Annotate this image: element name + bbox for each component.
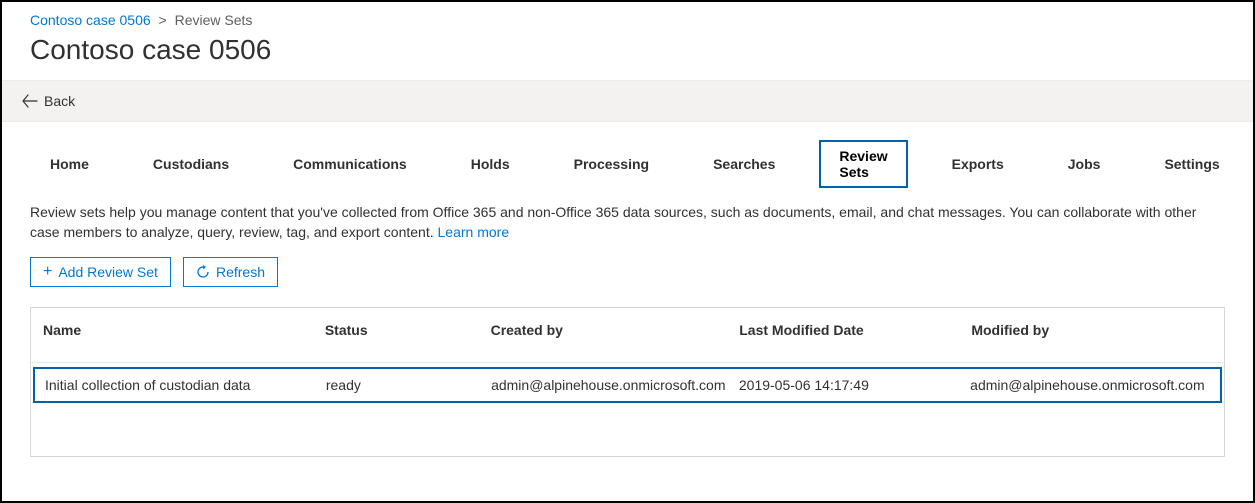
breadcrumb-separator: >	[159, 12, 167, 28]
cell-modified-by: admin@alpinehouse.onmicrosoft.com	[966, 377, 1214, 393]
col-last-modified[interactable]: Last Modified Date	[735, 322, 967, 338]
page-title: Contoso case 0506	[2, 30, 1253, 80]
cell-status: ready	[322, 377, 487, 393]
tab-settings[interactable]: Settings	[1144, 148, 1239, 180]
cell-last-modified: 2019-05-06 14:17:49	[735, 377, 966, 393]
tab-exports[interactable]: Exports	[932, 148, 1024, 180]
col-created-by[interactable]: Created by	[487, 322, 736, 338]
tab-bar: Home Custodians Communications Holds Pro…	[2, 122, 1253, 196]
plus-icon: +	[43, 265, 52, 279]
action-buttons: + Add Review Set Refresh	[2, 253, 1253, 307]
col-status[interactable]: Status	[321, 322, 487, 338]
back-bar: Back	[2, 80, 1253, 122]
cell-created-by: admin@alpinehouse.onmicrosoft.com	[487, 377, 735, 393]
tab-home[interactable]: Home	[30, 148, 109, 180]
breadcrumb-root-link[interactable]: Contoso case 0506	[30, 12, 151, 28]
tab-review-sets[interactable]: Review Sets	[819, 140, 907, 188]
description-text: Review sets help you manage content that…	[30, 204, 1196, 240]
tab-holds[interactable]: Holds	[451, 148, 530, 180]
tab-communications[interactable]: Communications	[273, 148, 427, 180]
arrow-left-icon	[22, 94, 38, 108]
add-review-set-label: Add Review Set	[58, 264, 158, 280]
table-row[interactable]: Initial collection of custodian data rea…	[33, 367, 1222, 403]
cell-name: Initial collection of custodian data	[41, 377, 322, 393]
tab-searches[interactable]: Searches	[693, 148, 795, 180]
description-row: Review sets help you manage content that…	[2, 196, 1253, 253]
tab-processing[interactable]: Processing	[554, 148, 669, 180]
back-button[interactable]: Back	[22, 93, 75, 109]
tab-custodians[interactable]: Custodians	[133, 148, 249, 180]
breadcrumb-current: Review Sets	[175, 12, 253, 28]
refresh-button[interactable]: Refresh	[183, 257, 278, 287]
refresh-icon	[196, 265, 210, 279]
col-modified-by[interactable]: Modified by	[967, 322, 1216, 338]
add-review-set-button[interactable]: + Add Review Set	[30, 257, 171, 287]
back-label: Back	[44, 93, 75, 109]
col-name[interactable]: Name	[39, 322, 321, 338]
refresh-label: Refresh	[216, 264, 265, 280]
review-sets-table: Name Status Created by Last Modified Dat…	[30, 307, 1225, 457]
tab-jobs[interactable]: Jobs	[1048, 148, 1121, 180]
learn-more-link[interactable]: Learn more	[438, 224, 510, 240]
table-header: Name Status Created by Last Modified Dat…	[31, 308, 1224, 363]
breadcrumb: Contoso case 0506 > Review Sets	[2, 2, 1253, 30]
